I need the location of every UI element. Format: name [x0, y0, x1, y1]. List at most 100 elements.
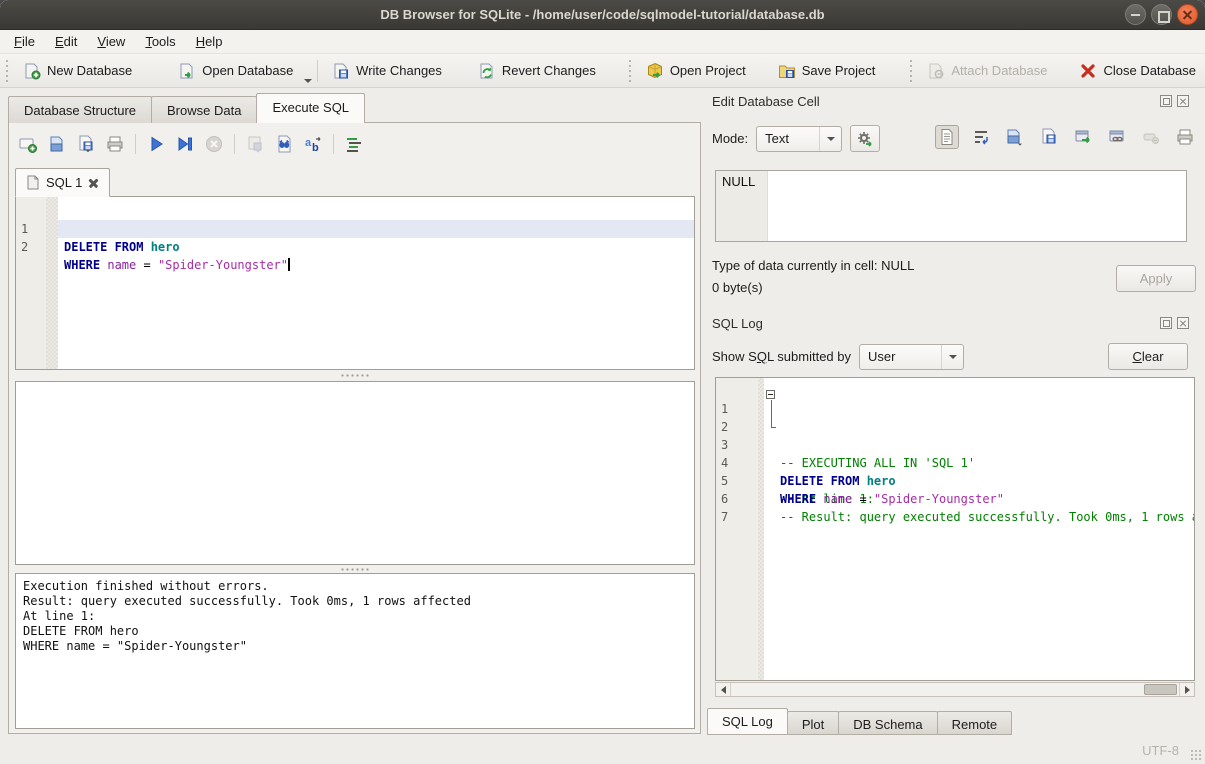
message-line: Result: query executed successfully. Too…: [23, 594, 687, 609]
menu-edit[interactable]: Edit: [45, 31, 87, 52]
toolbar-separator: [333, 134, 334, 154]
text-cursor: [288, 258, 290, 271]
log-horizontal-scrollbar[interactable]: [715, 682, 1195, 697]
float-icon[interactable]: [1160, 317, 1172, 329]
sql-editor-toolbar: ab: [17, 131, 365, 157]
log-line: 5 WHERE name = "Spider-Youngster": [716, 454, 1194, 472]
text-mode-icon[interactable]: [935, 125, 959, 149]
sql-document-tab[interactable]: SQL 1: [15, 168, 110, 197]
toolbar-grip[interactable]: [4, 60, 10, 82]
toolbar-separator: [317, 60, 318, 82]
results-grid[interactable]: [15, 381, 695, 565]
tab-plot[interactable]: Plot: [787, 711, 839, 735]
menu-tools[interactable]: Tools: [135, 31, 185, 52]
tab-database-structure[interactable]: Database Structure: [8, 96, 152, 123]
toolbar-grip[interactable]: [908, 60, 914, 82]
document-icon: [26, 175, 40, 190]
tab-db-schema[interactable]: DB Schema: [838, 711, 937, 735]
left-arrow-icon[interactable]: [716, 683, 731, 696]
set-value-icon[interactable]: [1071, 125, 1095, 149]
dropdown-arrow-icon[interactable]: [304, 79, 312, 83]
save-file-icon[interactable]: [1037, 125, 1061, 149]
maximize-icon[interactable]: [1151, 4, 1172, 25]
open-sql-file-icon[interactable]: [46, 133, 68, 155]
minimize-icon[interactable]: [1125, 4, 1146, 25]
print-icon[interactable]: [104, 133, 126, 155]
cell-text-area[interactable]: [768, 171, 1186, 241]
right-arrow-icon[interactable]: [1179, 683, 1194, 696]
chevron-down-icon: [941, 345, 963, 369]
menu-view[interactable]: View: [87, 31, 135, 52]
sql-editor[interactable]: 1 DELETE FROM hero 2 WHERE name = "Spide…: [15, 196, 695, 370]
word-wrap-icon[interactable]: [969, 125, 993, 149]
execute-current-line-icon[interactable]: [174, 133, 196, 155]
new-tab-icon[interactable]: [17, 133, 39, 155]
sql-editor-line[interactable]: 1 DELETE FROM hero: [16, 202, 694, 220]
resize-grip-icon[interactable]: [1190, 749, 1202, 761]
log-line: 3 -- At line 1:: [716, 418, 1194, 436]
write-changes-button[interactable]: Write Changes: [323, 58, 451, 84]
save-results-icon: [244, 133, 266, 155]
save-project-button[interactable]: Save Project: [769, 58, 885, 84]
cell-value-editor[interactable]: NULL: [715, 170, 1187, 242]
revert-changes-button[interactable]: Revert Changes: [469, 58, 605, 84]
new-database-button[interactable]: New Database: [14, 58, 141, 84]
cell-type-info: Type of data currently in cell: NULL: [712, 258, 914, 273]
execute-all-icon[interactable]: [145, 133, 167, 155]
close-icon[interactable]: [1177, 317, 1189, 329]
format-sql-icon[interactable]: [343, 133, 365, 155]
message-line: At line 1:: [23, 609, 687, 624]
open-database-icon: [178, 62, 196, 80]
titlebar[interactable]: DB Browser for SQLite - /home/user/code/…: [0, 0, 1205, 30]
mode-select[interactable]: Text: [756, 126, 842, 152]
fold-collapse-icon[interactable]: [766, 390, 775, 399]
line-number: 2: [21, 238, 43, 256]
close-icon[interactable]: [1177, 95, 1189, 107]
message-line: WHERE name = "Spider-Youngster": [23, 639, 687, 654]
import-file-icon[interactable]: [1003, 125, 1027, 149]
revert-changes-icon: [478, 62, 496, 80]
svg-text:a: a: [305, 137, 312, 149]
encoding-indicator: UTF-8: [1142, 743, 1179, 758]
edit-cell-title: Edit Database Cell: [712, 94, 820, 109]
tab-execute-sql[interactable]: Execute SQL: [256, 93, 365, 123]
sql-log-title: SQL Log: [712, 316, 763, 331]
save-sql-file-icon[interactable]: [75, 133, 97, 155]
message-line: DELETE FROM hero: [23, 624, 687, 639]
sql-editor-current-line[interactable]: 2 WHERE name = "Spider-Youngster": [16, 220, 694, 238]
menu-help[interactable]: Help: [186, 31, 233, 52]
log-line: 1 -- EXECUTING ALL IN 'SQL 1': [716, 382, 1194, 400]
tab-remote[interactable]: Remote: [937, 711, 1013, 735]
open-database-button[interactable]: Open Database: [169, 58, 302, 84]
save-project-icon: [778, 62, 796, 80]
log-filter-select[interactable]: User: [859, 344, 964, 370]
chevron-down-icon: [819, 127, 841, 151]
editor-results-splitter[interactable]: [15, 370, 695, 380]
close-icon[interactable]: [1177, 4, 1198, 25]
menu-file[interactable]: File: [4, 31, 45, 52]
open-project-button[interactable]: Open Project: [637, 58, 755, 84]
tab-sql-log[interactable]: SQL Log: [707, 708, 788, 735]
stop-icon: [203, 133, 225, 155]
statusbar: UTF-8: [0, 735, 1205, 764]
scrollbar-thumb[interactable]: [1144, 684, 1177, 695]
tab-browse-data[interactable]: Browse Data: [151, 96, 257, 123]
open-project-icon: [646, 62, 664, 80]
execution-messages[interactable]: Execution finished without errors.Result…: [15, 573, 695, 729]
sql-log-header: SQL Log: [712, 316, 1197, 331]
open-external-icon[interactable]: [1105, 125, 1129, 149]
close-tab-icon[interactable]: [88, 177, 99, 188]
dock-tabbar: SQL Log Plot DB Schema Remote: [707, 708, 1011, 735]
close-database-button[interactable]: Close Database: [1070, 58, 1205, 84]
cell-null-indicator: NULL: [716, 171, 768, 241]
toolbar-grip[interactable]: [627, 60, 633, 82]
main-tabbar: Database Structure Browse Data Execute S…: [8, 93, 364, 123]
gear-apply-icon[interactable]: [850, 125, 880, 152]
replace-icon[interactable]: ab: [302, 133, 324, 155]
sql-log-viewer[interactable]: 1 -- EXECUTING ALL IN 'SQL 1' 2 -- 3 -- …: [715, 377, 1195, 681]
print-icon[interactable]: [1173, 125, 1197, 149]
float-icon[interactable]: [1160, 95, 1172, 107]
scrollbar-track[interactable]: [731, 683, 1179, 696]
find-icon[interactable]: [273, 133, 295, 155]
clear-button[interactable]: Clear: [1108, 343, 1188, 370]
